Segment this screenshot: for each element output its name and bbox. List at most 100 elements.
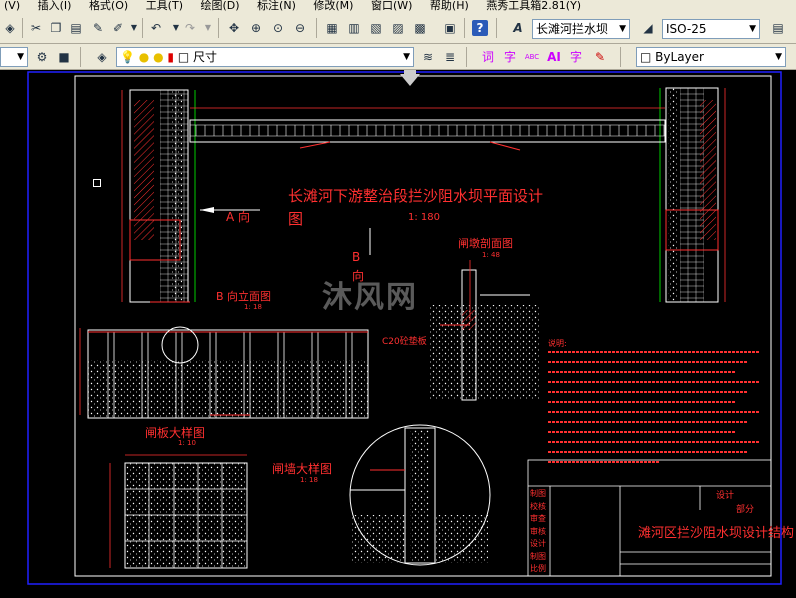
gate-pier-scale: 1: 18 (300, 476, 318, 484)
toolbar-separator (22, 18, 23, 38)
toolbar-separator (218, 18, 219, 38)
chevron-down-icon: ▼ (775, 52, 782, 62)
toolbar-separator (142, 18, 143, 38)
sun-icon: ● (153, 50, 164, 64)
zoom-previous-icon[interactable]: ⊖ (292, 20, 308, 36)
sun-icon: ● (138, 50, 150, 64)
lock-icon: ▮ (167, 50, 175, 64)
help-icon[interactable]: ? (472, 20, 488, 36)
block-editor-icon[interactable]: ✐ (110, 20, 126, 36)
c20-label: C20砼垫板 (382, 337, 427, 347)
gate-section (430, 260, 540, 401)
title-block-project: 滩河区拦沙阻水坝设计结构 (638, 526, 795, 541)
title-block-rows: 制图 校核 审查 审核 设计 制图 比例 (530, 488, 550, 576)
title-block-part: 部分 (736, 505, 755, 515)
tool-abc-icon[interactable]: ABC (524, 49, 540, 65)
toolbar-separator (316, 18, 317, 38)
menu-tools[interactable]: 工具(T) (146, 0, 183, 12)
main-title-cont: 图 (288, 210, 304, 228)
match-properties-icon[interactable]: ✎ (90, 20, 106, 36)
properties-icon[interactable]: ▦ (324, 20, 340, 36)
paste-icon[interactable]: ▤ (68, 20, 84, 36)
drawing-canvas[interactable]: 长滩河下游整治段拦沙阻水坝平面设计 图 1: 180 A 向 B 向 B 向立面… (0, 70, 796, 598)
make-current-icon[interactable]: ≋ (420, 49, 436, 65)
color-swatch-icon: □ (640, 50, 652, 64)
chevron-down-icon: ▼ (17, 52, 24, 62)
b-elevation (79, 326, 369, 419)
menu-help[interactable]: 帮助(H) (430, 0, 469, 12)
publish-icon[interactable]: ◈ (2, 20, 18, 36)
text-style-combo[interactable]: 长滩河拦水坝 ▼ (532, 19, 630, 39)
color-swatch-icon: □ (177, 50, 190, 64)
gate-plate-title: 闸板大样图 (145, 426, 206, 440)
gate-plate-scale: 1: 10 (178, 439, 196, 447)
menu-window[interactable]: 窗口(W) (371, 0, 412, 12)
menu-draw[interactable]: 绘图(D) (201, 0, 240, 12)
tool-brush-icon[interactable]: ✎ (592, 49, 608, 65)
toolbar-separator (496, 18, 497, 38)
zoom-realtime-icon[interactable]: ⊕ (248, 20, 264, 36)
chevron-down-icon: ▼ (403, 52, 410, 62)
table-style-icon: ▤ (772, 21, 784, 35)
gate-plate-detail (109, 454, 248, 569)
title-row: 制图 (530, 551, 546, 561)
menu-dimension[interactable]: 标注(N) (257, 0, 296, 12)
pan-icon[interactable]: ✥ (226, 20, 242, 36)
layer-combo[interactable]: 💡 ● ● ▮ □ 尺寸 ▼ (116, 47, 414, 67)
main-title: 长滩河下游整治段拦沙阻水坝平面设计 (288, 187, 544, 205)
menu-format[interactable]: 格式(O) (89, 0, 128, 12)
standard-toolbar: ◈ ✂ ❐ ▤ ✎ ✐ ▼ ↶ ▼ ↷ ▼ ✥ ⊕ ⊙ ⊖ ▦ ▥ ▧ ▨ ▩ … (0, 12, 796, 44)
gate-section-scale: 1: 48 (482, 251, 500, 259)
sheet-set-icon[interactable]: ▨ (390, 20, 406, 36)
tool-char-icon[interactable]: 字 (502, 49, 518, 65)
b-elev-title: B 向立面图 (216, 290, 272, 303)
zoom-window-icon[interactable]: ⊙ (270, 20, 286, 36)
color-combo[interactable]: □ ByLayer ▼ (636, 47, 786, 67)
menu-insert[interactable]: 插入(I) (38, 0, 72, 12)
menu-bar: (V) 插入(I) 格式(O) 工具(T) 绘图(D) 标注(N) 修改(M) … (0, 0, 796, 12)
right-column (659, 87, 726, 303)
redo-dropdown-icon[interactable]: ▼ (200, 20, 216, 36)
layer-previous-icon[interactable]: ≣ (442, 49, 458, 65)
title-row: 设计 (530, 539, 546, 548)
chevron-down-icon: ▼ (619, 24, 626, 34)
layer-manager-icon[interactable]: ◈ (94, 49, 110, 65)
menu-view[interactable]: (V) (4, 0, 20, 12)
gate-section-title: 闸墩剖面图 (458, 237, 513, 250)
layers-toolbar: ▼ ⚙ ■ ◈ 💡 ● ● ▮ □ 尺寸 ▼ ≋ ≣ 词 字 ABC AI 字 … (0, 44, 796, 70)
toolbar-separator (80, 47, 81, 67)
settings-icon[interactable]: ⚙ (34, 49, 50, 65)
tool-text-icon[interactable]: 字 (568, 49, 584, 65)
dim-style-combo[interactable]: ISO-25 ▼ (662, 19, 760, 39)
dir-b-label-1: B (352, 250, 361, 264)
title-row: 制图 (530, 489, 546, 498)
layer-value: 尺寸 (193, 50, 218, 64)
copy-icon[interactable]: ❐ (48, 20, 64, 36)
notes-block (548, 351, 760, 463)
markup-icon[interactable]: ▩ (412, 20, 428, 36)
tool-word-icon[interactable]: 词 (480, 49, 496, 65)
undo-icon[interactable]: ↶ (148, 20, 164, 36)
dir-a-label: A 向 (226, 210, 251, 224)
tool-ai-icon[interactable]: AI (546, 49, 562, 65)
menu-modify[interactable]: 修改(M) (313, 0, 353, 12)
bulb-icon: 💡 (120, 50, 135, 64)
title-row: 审查 (530, 514, 546, 523)
save-icon[interactable]: ■ (56, 49, 72, 65)
main-scale: 1: 180 (408, 212, 440, 223)
dim-style-icon: ◢ (643, 21, 653, 35)
gate-pier-title: 闸墙大样图 (272, 462, 333, 476)
redo-icon[interactable]: ↷ (182, 20, 198, 36)
menu-yanxiu[interactable]: 燕秀工具箱2.81(Y) (486, 0, 581, 12)
text-style-value: 长滩河拦水坝 (536, 22, 609, 36)
workspace-combo[interactable]: ▼ (0, 47, 28, 67)
tool-palettes-icon[interactable]: ▧ (368, 20, 384, 36)
dropdown-arrow-icon[interactable]: ▼ (126, 20, 142, 36)
b-elev-scale: 1: 18 (244, 303, 262, 311)
left-column (121, 89, 196, 303)
cut-icon[interactable]: ✂ (28, 20, 44, 36)
dim-style-value: ISO-25 (666, 22, 707, 36)
watermark: 沐风网 (322, 280, 418, 315)
calculator-icon[interactable]: ▣ (442, 20, 458, 36)
design-center-icon[interactable]: ▥ (346, 20, 362, 36)
